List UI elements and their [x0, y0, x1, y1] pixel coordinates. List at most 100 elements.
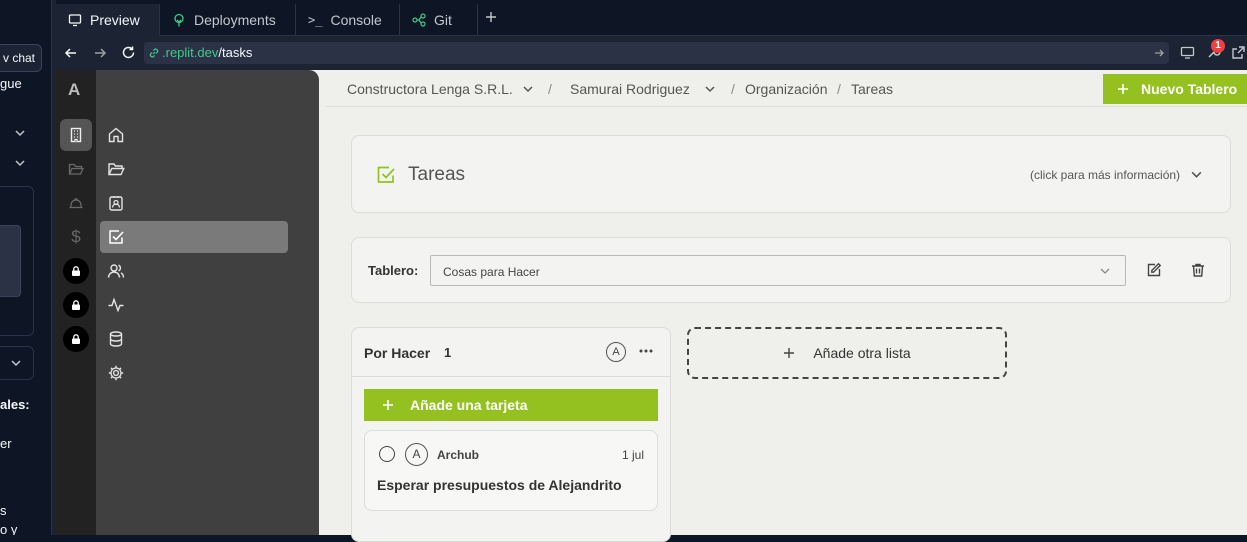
- home-icon: [107, 126, 125, 144]
- add-card-button[interactable]: Añade una tarjeta: [364, 389, 658, 421]
- activity-icon: [107, 296, 125, 314]
- nav-projects[interactable]: [100, 153, 288, 185]
- tab-console[interactable]: >_ Console: [296, 4, 400, 36]
- board-select-value: Cosas para Hacer: [443, 265, 540, 279]
- tab-label: Git: [434, 12, 452, 28]
- list-header: [352, 376, 670, 377]
- avatar[interactable]: A: [606, 342, 626, 362]
- notification-badge: 1: [1211, 39, 1225, 53]
- more-icon[interactable]: [638, 346, 654, 356]
- back-icon[interactable]: [64, 46, 78, 60]
- devices-icon[interactable]: [1180, 45, 1195, 60]
- breadcrumb-user[interactable]: Samurai Rodriguez: [570, 81, 690, 97]
- chevron-down-icon[interactable]: [704, 83, 716, 95]
- tab-label: Preview: [90, 12, 140, 28]
- database-icon: [107, 330, 125, 348]
- add-card-label: Añade una tarjeta: [410, 397, 528, 413]
- lock-icon[interactable]: [60, 255, 92, 287]
- plus-icon: [382, 399, 394, 411]
- page-title: Tareas: [408, 164, 466, 185]
- new-board-label: Nuevo Tablero: [1141, 81, 1238, 97]
- tab-label: Console: [330, 12, 382, 28]
- nav-data[interactable]: [100, 323, 288, 355]
- building-icon[interactable]: [60, 119, 92, 151]
- checkbox-icon: [107, 228, 125, 246]
- nav-home[interactable]: [100, 119, 288, 151]
- edit-icon[interactable]: [1146, 262, 1162, 278]
- chevron-down-icon[interactable]: [1190, 168, 1203, 181]
- link-icon: [148, 47, 160, 59]
- dollar-icon[interactable]: $: [60, 221, 92, 253]
- nav-contacts[interactable]: [100, 187, 288, 219]
- nav-settings[interactable]: [100, 357, 288, 389]
- board-select[interactable]: Cosas para Hacer: [430, 255, 1126, 286]
- breadcrumb-separator: /: [548, 81, 552, 97]
- url-path: /tasks: [218, 45, 253, 60]
- forward-icon[interactable]: [93, 46, 107, 60]
- add-list-button[interactable]: Añade otra lista: [687, 327, 1007, 379]
- breadcrumb-section[interactable]: Organización: [745, 81, 828, 97]
- panel-text: er: [0, 436, 12, 451]
- card-title: Esperar presupuestos de Alejandrito: [377, 477, 622, 493]
- panel-text: s: [0, 503, 7, 518]
- add-list-label: Añade otra lista: [813, 345, 911, 361]
- new-chat-button[interactable]: v chat: [0, 44, 42, 72]
- info-hint[interactable]: (click para más información): [1030, 168, 1180, 182]
- folder-open-icon: [107, 160, 125, 178]
- board-label: Tablero:: [368, 263, 419, 278]
- folder-icon[interactable]: [60, 153, 92, 185]
- url-domain: .replit.dev: [162, 45, 219, 60]
- add-tab-icon[interactable]: [484, 10, 498, 24]
- tab-deployments[interactable]: Deployments: [160, 4, 296, 36]
- avatar: A: [405, 443, 428, 466]
- new-chat-label: v chat: [2, 51, 35, 65]
- panel-text: o y: [0, 522, 18, 535]
- go-icon[interactable]: [1153, 47, 1165, 59]
- chevron-down-icon[interactable]: [14, 157, 26, 169]
- users-icon: [107, 262, 125, 280]
- breadcrumb-company[interactable]: Constructora Lenga S.R.L.: [347, 81, 513, 97]
- task-card[interactable]: [364, 430, 658, 511]
- gear-icon: [107, 364, 125, 382]
- complete-checkbox[interactable]: [379, 446, 395, 462]
- card-date: 1 jul: [622, 448, 645, 462]
- chevron-down-icon[interactable]: [522, 83, 534, 95]
- panel-text: gue: [0, 76, 22, 91]
- monitor-icon: [68, 13, 82, 27]
- url-text: .replit.dev/tasks: [162, 45, 252, 60]
- breadcrumb-page: Tareas: [851, 81, 894, 97]
- checkbox-icon: [376, 165, 396, 185]
- breadcrumb-separator: /: [837, 81, 841, 97]
- external-link-icon[interactable]: [1231, 45, 1246, 60]
- tab-git[interactable]: Git: [400, 4, 478, 36]
- terminal-icon: >_: [308, 13, 323, 27]
- lock-icon[interactable]: [60, 289, 92, 321]
- new-board-button[interactable]: Nuevo Tablero: [1103, 74, 1247, 104]
- card-author: Archub: [437, 448, 479, 462]
- list-title[interactable]: Por Hacer: [364, 345, 430, 361]
- hardhat-icon[interactable]: [60, 187, 92, 219]
- chevron-down-icon: [1099, 265, 1111, 277]
- assistant-panel: v chat gue ales: er s o y: [0, 0, 52, 535]
- breadcrumb-separator: /: [731, 81, 735, 97]
- deploy-icon: [172, 13, 186, 27]
- url-field[interactable]: .replit.dev/tasks: [144, 42, 1169, 64]
- nav-activity[interactable]: [100, 289, 288, 321]
- trash-icon[interactable]: [1190, 262, 1206, 278]
- plus-icon: [783, 347, 795, 359]
- panel-text: ales:: [0, 397, 30, 412]
- git-icon: [412, 13, 426, 27]
- panel-input[interactable]: [0, 225, 21, 297]
- tab-label: Deployments: [194, 12, 276, 28]
- chevron-down-icon[interactable]: [10, 357, 22, 369]
- chevron-down-icon[interactable]: [14, 127, 26, 139]
- nav-tasks[interactable]: [100, 221, 288, 253]
- lock-icon[interactable]: [60, 323, 92, 355]
- tab-bar: Preview Deployments >_ Console Git: [56, 0, 1247, 36]
- app-logo[interactable]: A: [68, 80, 84, 100]
- tab-preview[interactable]: Preview: [56, 4, 160, 36]
- reload-icon[interactable]: [121, 45, 136, 60]
- list-count: 1: [444, 345, 452, 360]
- nav-team[interactable]: [100, 255, 288, 287]
- plus-icon: [1117, 83, 1129, 95]
